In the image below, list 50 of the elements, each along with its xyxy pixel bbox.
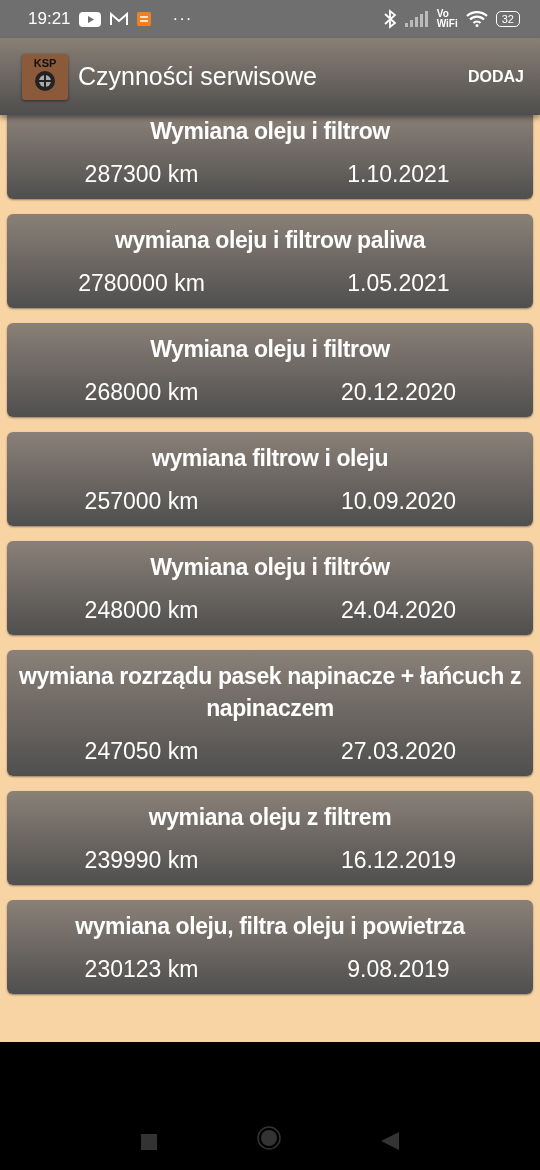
- logo-text: KSP: [33, 56, 57, 69]
- date-text: 27.03.2020: [340, 737, 457, 766]
- record-card[interactable]: wymiana oleju i filtrow paliwa 2780000 km 1.05.2021: [7, 214, 533, 308]
- service-title: Wymiana oleju i filtrów: [149, 553, 391, 582]
- date-text: 10.09.2020: [340, 487, 457, 516]
- play-icon: [78, 11, 101, 27]
- battery-indicator: 32: [495, 11, 520, 27]
- service-title: wymiana filtrow i oleju: [150, 444, 390, 473]
- wifi-label: WiFi: [436, 19, 458, 29]
- mail-icon: [108, 12, 129, 26]
- date-text: 1.10.2021: [347, 160, 450, 189]
- add-button[interactable]: DODAJ: [464, 59, 528, 94]
- volte-label: Vo: [436, 9, 450, 19]
- mileage-text: 268000 km: [84, 378, 199, 407]
- service-title: wymiana oleju i filtrow paliwa: [113, 226, 427, 255]
- service-title: Wymiana oleju i filtrow: [149, 117, 391, 146]
- mileage-text: 2780000 km: [78, 269, 205, 298]
- record-card[interactable]: Wymiana oleju i filtrow 287300 km 1.10.2021: [7, 115, 533, 199]
- wifi-icon: [465, 11, 488, 27]
- mileage-text: 248000 km: [84, 596, 199, 625]
- wheel-icon: [33, 68, 57, 93]
- service-title: Wymiana oleju i filtrow: [149, 335, 391, 364]
- clock-time: 19:21: [28, 9, 71, 29]
- back-button[interactable]: [381, 1132, 399, 1150]
- mileage-text: 230123 km: [84, 955, 199, 984]
- record-card[interactable]: wymiana filtrow i oleju 257000 km 10.09.2020: [7, 432, 533, 526]
- record-card[interactable]: Wymiana oleju i filtrow 268000 km 20.12.2020: [7, 323, 533, 417]
- service-title: wymiana rozrządu pasek napinacze + łańcuch z napinaczem: [18, 662, 522, 723]
- screen-title: Czynności serwisowe: [78, 62, 318, 91]
- mileage-text: 287300 km: [84, 160, 199, 189]
- mileage-text: 257000 km: [84, 487, 199, 516]
- mileage-text: 247050 km: [84, 737, 199, 766]
- home-button[interactable]: [257, 1126, 281, 1150]
- more-indicator: ···: [172, 9, 193, 29]
- mileage-text: 239990 km: [84, 846, 199, 875]
- signal-icon: [404, 11, 429, 27]
- recents-button[interactable]: [141, 1134, 157, 1150]
- date-text: 1.05.2021: [347, 269, 450, 298]
- bluetooth-icon: [382, 9, 397, 29]
- date-text: 20.12.2020: [340, 378, 457, 407]
- date-text: 9.08.2019: [347, 955, 450, 984]
- service-title: wymiana oleju, filtra oleju i powietrza: [74, 912, 467, 941]
- service-title: wymiana oleju z filtrem: [147, 803, 393, 832]
- record-card[interactable]: wymiana rozrządu pasek napinacze + łańcuch z napinaczem 247050 km 27.03.2020: [7, 650, 533, 776]
- record-card[interactable]: wymiana oleju, filtra oleju i powietrza 230123 km 9.08.2019: [7, 900, 533, 994]
- record-card[interactable]: Wymiana oleju i filtrów 248000 km 24.04.2020: [7, 541, 533, 635]
- app-icon: [136, 12, 151, 26]
- date-text: 24.04.2020: [340, 596, 457, 625]
- record-card[interactable]: wymiana oleju z filtrem 239990 km 16.12.2019: [7, 791, 533, 885]
- date-text: 16.12.2019: [340, 846, 457, 875]
